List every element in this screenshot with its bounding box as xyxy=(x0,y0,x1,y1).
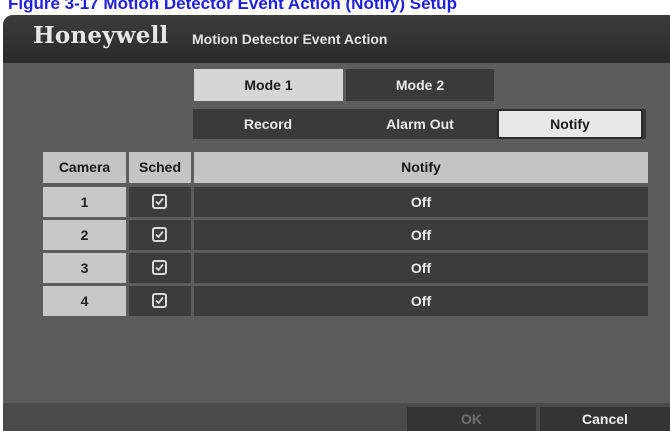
ok-button[interactable]: OK xyxy=(407,407,536,431)
motion-event-action-screen: Honeywell Motion Detector Event Action M… xyxy=(3,15,670,431)
tab-mode-1[interactable]: Mode 1 xyxy=(194,69,343,101)
cancel-button[interactable]: Cancel xyxy=(540,407,670,431)
schedule-toggle[interactable] xyxy=(129,253,191,283)
checkbox-checked-icon xyxy=(152,227,167,242)
notify-value-cell[interactable]: Off xyxy=(194,187,648,217)
column-header-notify: Notify xyxy=(194,152,648,183)
notify-value-cell[interactable]: Off xyxy=(194,220,648,250)
tab-notify[interactable]: Notify xyxy=(497,109,643,139)
schedule-toggle[interactable] xyxy=(129,220,191,250)
column-header-sched: Sched xyxy=(129,152,191,183)
camera-number-cell: 3 xyxy=(43,253,126,283)
checkbox-checked-icon xyxy=(152,260,167,275)
figure-caption: Figure 3-17 Motion Detector Event Action… xyxy=(8,0,457,13)
title-bar: Honeywell Motion Detector Event Action xyxy=(3,15,670,63)
schedule-toggle[interactable] xyxy=(129,187,191,217)
camera-number-cell: 2 xyxy=(43,220,126,250)
schedule-toggle[interactable] xyxy=(129,286,191,316)
tab-record[interactable]: Record xyxy=(194,109,342,139)
checkbox-checked-icon xyxy=(152,293,167,308)
camera-number-cell: 4 xyxy=(43,286,126,316)
tab-mode-2[interactable]: Mode 2 xyxy=(346,69,494,101)
brand-logo: Honeywell xyxy=(33,22,169,49)
camera-number-cell: 1 xyxy=(43,187,126,217)
screen-title: Motion Detector Event Action xyxy=(192,31,388,47)
notify-value-cell[interactable]: Off xyxy=(194,253,648,283)
column-header-camera: Camera xyxy=(43,152,126,183)
tab-alarm-out[interactable]: Alarm Out xyxy=(346,109,494,139)
notify-value-cell[interactable]: Off xyxy=(194,286,648,316)
checkbox-checked-icon xyxy=(152,194,167,209)
